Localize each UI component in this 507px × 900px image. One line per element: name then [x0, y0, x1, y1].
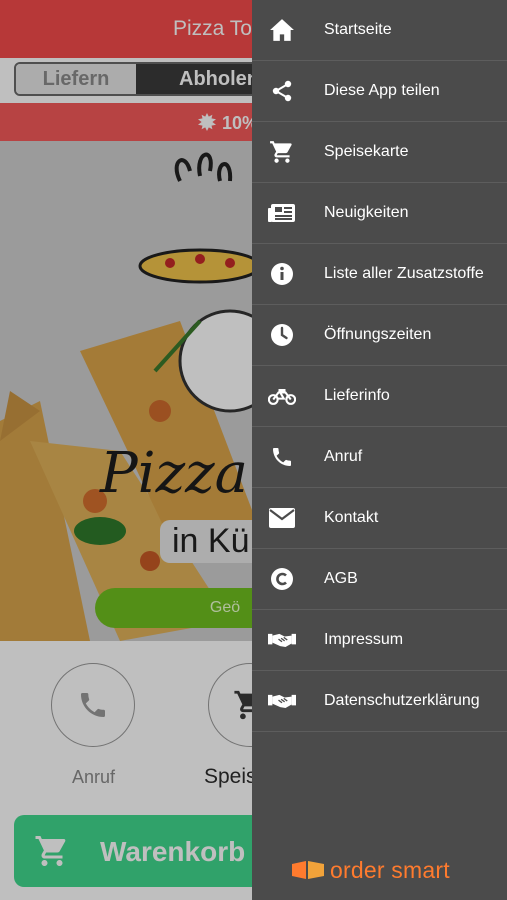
drawer-item-label: Diese App teilen [324, 82, 440, 99]
handshake-icon [268, 688, 296, 714]
cart-icon [268, 139, 296, 165]
news-icon [268, 200, 296, 226]
drawer-item-datenschutz[interactable]: Datenschutzerklärung [252, 671, 507, 732]
drawer-item-impressum[interactable]: Impressum [252, 610, 507, 671]
drawer-item-share-app[interactable]: Diese App teilen [252, 61, 507, 122]
drawer-item-label: Anruf [324, 448, 363, 465]
drawer-item-speisekarte[interactable]: Speisekarte [252, 122, 507, 183]
drawer-item-zusatzstoffe[interactable]: Liste aller Zusatzstoffe [252, 244, 507, 305]
drawer-item-label: Liste aller Zusatzstoffe [324, 265, 484, 282]
phone-icon [268, 444, 296, 470]
drawer-item-oeffnungszeiten[interactable]: Öffnungszeiten [252, 305, 507, 366]
drawer-item-startseite[interactable]: Startseite [252, 0, 507, 61]
drawer-item-label: Datenschutzerklärung [324, 692, 480, 709]
copyright-icon [268, 566, 296, 592]
order-smart-wordmark: order smart [330, 856, 450, 883]
drawer-item-label: Neuigkeiten [324, 204, 409, 221]
drawer-item-agb[interactable]: AGB [252, 549, 507, 610]
drawer-item-label: Lieferinfo [324, 387, 390, 404]
drawer-item-label: Öffnungszeiten [324, 326, 432, 343]
drawer-item-label: Kontakt [324, 509, 379, 526]
order-smart-logo-icon [292, 861, 324, 879]
info-icon [268, 261, 296, 287]
drawer-item-neuigkeiten[interactable]: Neuigkeiten [252, 183, 507, 244]
clock-icon [268, 322, 296, 348]
navigation-drawer: Startseite Diese App teilen Speisekarte … [252, 0, 507, 900]
drawer-item-label: Startseite [324, 21, 392, 38]
drawer-item-kontakt[interactable]: Kontakt [252, 488, 507, 549]
drawer-item-lieferinfo[interactable]: Lieferinfo [252, 366, 507, 427]
order-smart-logo: order smart [292, 857, 450, 883]
motorbike-icon [268, 383, 296, 409]
envelope-icon [268, 505, 296, 531]
drawer-item-label: Speisekarte [324, 143, 409, 160]
drawer-item-label: AGB [324, 570, 358, 587]
handshake-icon [268, 627, 296, 653]
share-icon [268, 78, 296, 104]
drawer-item-label: Impressum [324, 631, 404, 648]
home-icon [268, 17, 296, 43]
drawer-item-anruf[interactable]: Anruf [252, 427, 507, 488]
